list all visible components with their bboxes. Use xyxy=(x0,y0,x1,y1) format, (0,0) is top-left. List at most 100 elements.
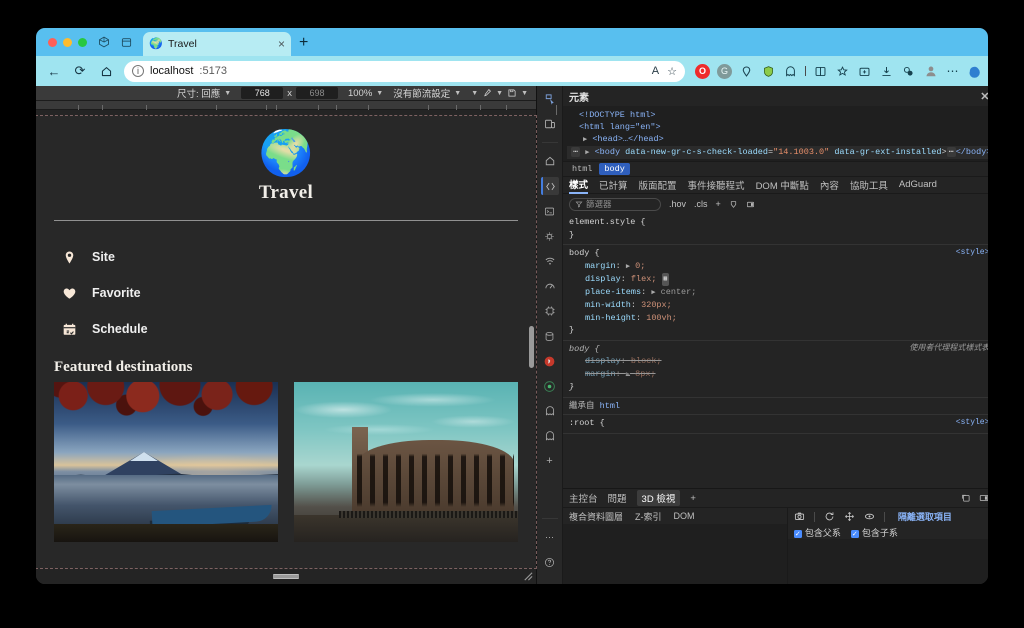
chevron-down-icon[interactable]: ▼ xyxy=(471,90,478,97)
hover-state-button[interactable]: .hov xyxy=(669,199,686,209)
breadcrumb-item-html[interactable]: html xyxy=(567,163,597,175)
checkbox-icon[interactable]: ✓ xyxy=(850,529,859,538)
css-declaration[interactable]: margin: ▶ 8px; xyxy=(569,368,988,382)
browser-essentials-icon[interactable] xyxy=(857,64,872,79)
eyedropper-icon[interactable] xyxy=(482,88,492,98)
tab-computed[interactable]: 已計算 xyxy=(599,178,628,193)
more-icon[interactable]: ⋯ xyxy=(541,528,559,546)
back-icon[interactable]: ← xyxy=(42,59,66,83)
chevron-down-icon[interactable]: ▼ xyxy=(376,90,383,97)
help-icon[interactable] xyxy=(541,553,559,571)
dom-line-html[interactable]: <html lang="en"> xyxy=(567,121,988,133)
pan-icon[interactable] xyxy=(844,511,855,522)
threed-canvas[interactable] xyxy=(787,539,988,584)
expand-arrow-icon[interactable]: ▶ xyxy=(651,289,655,297)
css-rule-element-style[interactable]: element.style { } xyxy=(563,214,988,245)
pocket-icon[interactable] xyxy=(739,64,754,79)
throttling-selector[interactable]: 沒有節流設定 ▼ xyxy=(393,86,461,100)
css-rule-body-useragent[interactable]: 使用者代理程式樣式表 body { display: block; margin… xyxy=(563,341,988,398)
css-rules-list[interactable]: element.style { } <style> body { margin:… xyxy=(563,214,988,488)
split-screen-icon[interactable] xyxy=(813,64,828,79)
performance-icon[interactable] xyxy=(541,277,559,295)
threed-tab-composited-layers[interactable]: 複合資料圖層 xyxy=(569,510,623,523)
checkbox-include-ancestors[interactable]: ✓ 包含父系 xyxy=(793,526,841,539)
drawer-tab-console[interactable]: 主控台 xyxy=(569,491,598,505)
browser-tab-travel[interactable]: 🌍 Travel × xyxy=(143,32,291,56)
inspect-icon[interactable] xyxy=(541,90,559,108)
workspaces-icon[interactable] xyxy=(93,28,115,56)
grammarly-icon[interactable]: G xyxy=(717,63,732,79)
page-scrollbar-thumb[interactable] xyxy=(529,326,534,368)
checkbox-include-descendants[interactable]: ✓ 包含子系 xyxy=(850,526,898,539)
console-icon[interactable] xyxy=(541,202,559,220)
insert-rule-icon[interactable] xyxy=(729,200,738,209)
adguard-icon[interactable] xyxy=(541,427,559,445)
read-aloud-icon[interactable]: A xyxy=(652,65,659,77)
maximize-window-button[interactable] xyxy=(78,37,87,47)
tab-layout[interactable]: 版面配置 xyxy=(639,178,677,193)
css-source-link[interactable]: <style> xyxy=(956,417,988,430)
close-window-button[interactable] xyxy=(48,37,57,47)
extensions-icon[interactable] xyxy=(901,64,916,79)
css-declaration[interactable]: min-width: 320px; xyxy=(569,299,988,312)
tab-event-listeners[interactable]: 事件接聽程式 xyxy=(688,178,745,193)
threed-tab-dom[interactable]: DOM xyxy=(674,511,695,521)
device-more-options-icon[interactable]: ▼ xyxy=(521,90,528,97)
memory-icon[interactable] xyxy=(541,302,559,320)
css-source-link[interactable]: <style> xyxy=(956,247,988,260)
destination-card-colosseum[interactable] xyxy=(294,382,518,542)
profile-icon[interactable] xyxy=(923,64,938,79)
breadcrumb-item-body[interactable]: body xyxy=(599,163,630,175)
dom-tree[interactable]: <!DOCTYPE html> <html lang="en"> ▶ <head… xyxy=(563,106,988,161)
css-declaration[interactable]: min-height: 100vh; xyxy=(569,312,988,325)
css-declaration[interactable]: display: flex; ▦ xyxy=(569,273,988,286)
css-rule-body-author[interactable]: <style> body { margin: ▶ 0; display: fle… xyxy=(563,245,988,341)
camera-icon[interactable] xyxy=(794,511,805,522)
device-orientation-group[interactable]: ▼ ▼ ▼ xyxy=(471,88,528,98)
reset-icon[interactable] xyxy=(824,511,835,522)
tab-adguard[interactable]: AdGuard xyxy=(899,179,937,191)
grid-badge-icon[interactable]: ▦ xyxy=(661,273,670,286)
class-button[interactable]: .cls xyxy=(694,199,708,209)
ghostery-icon[interactable] xyxy=(783,64,798,79)
reload-icon[interactable]: ⟳ xyxy=(68,59,92,83)
checkbox-icon[interactable]: ✓ xyxy=(793,529,802,538)
dock-icon[interactable] xyxy=(979,493,988,503)
css-declaration[interactable]: margin: ▶ 0; xyxy=(569,260,988,274)
opera-icon[interactable]: O xyxy=(695,63,710,79)
lighthouse-icon[interactable] xyxy=(541,377,559,395)
destination-card-fuji[interactable] xyxy=(54,382,278,542)
drawer-add-tab-button[interactable]: + xyxy=(690,493,696,504)
new-style-rule-button[interactable]: + xyxy=(716,199,721,209)
shield-icon[interactable] xyxy=(761,64,776,79)
threed-layer-list[interactable] xyxy=(563,524,787,584)
tab-accessibility[interactable]: 協助工具 xyxy=(850,178,888,193)
dom-ellipsis-icon[interactable]: ⋯ xyxy=(571,147,581,157)
emulated-viewport[interactable]: 🌍 Travel Site Favorite Schedule Featured… xyxy=(36,115,537,569)
rotate-icon[interactable] xyxy=(864,511,875,522)
expand-arrow-icon[interactable]: ▶ xyxy=(583,136,587,144)
filter-input[interactable]: 篩選器 xyxy=(569,197,661,211)
dom-line-doctype[interactable]: <!DOCTYPE html> xyxy=(567,109,988,121)
home-icon[interactable] xyxy=(94,59,118,83)
screenshot-icon[interactable] xyxy=(507,88,517,98)
viewport-width-input[interactable]: 768 xyxy=(241,87,284,99)
inherited-target[interactable]: html xyxy=(600,401,620,411)
toggle-icon[interactable] xyxy=(746,200,755,209)
tab-properties[interactable]: 內容 xyxy=(820,178,839,193)
ghostery-icon[interactable] xyxy=(541,402,559,420)
drawer-tab-issues[interactable]: 問題 xyxy=(608,491,627,505)
home-icon[interactable] xyxy=(541,152,559,170)
threed-tab-z-index[interactable]: Z-索引 xyxy=(635,510,662,523)
drawer-tab-3d-view[interactable]: 3D 檢視 xyxy=(636,490,681,506)
isolate-selection-link[interactable]: 隔離選取項目 xyxy=(898,510,952,523)
tab-dom-breakpoints[interactable]: DOM 中斷點 xyxy=(756,178,809,193)
viewport-dimensions[interactable]: 768 x 698 xyxy=(241,87,338,99)
new-tab-button[interactable]: + xyxy=(291,32,316,56)
chevron-down-icon[interactable]: ▼ xyxy=(496,90,503,97)
tab-actions-icon[interactable] xyxy=(115,28,137,56)
address-bar[interactable]: i localhost:5173 A ☆ xyxy=(124,60,685,82)
more-icon[interactable]: ⋯ xyxy=(945,64,960,79)
chevron-down-icon[interactable]: ▼ xyxy=(224,90,231,97)
viewport-height-input[interactable]: 698 xyxy=(295,87,338,99)
